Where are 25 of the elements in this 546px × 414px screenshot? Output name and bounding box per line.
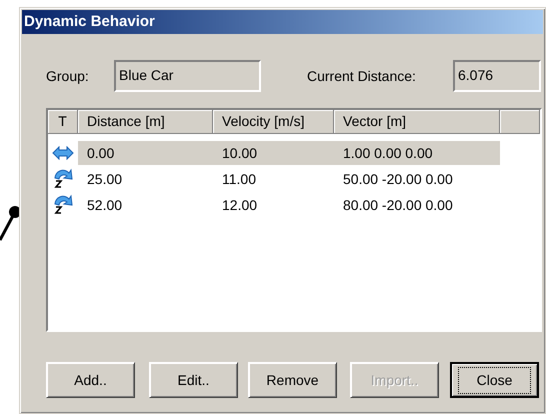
column-header[interactable]: Vector [m] [334, 110, 500, 134]
column-header[interactable]: Velocity [m/s] [213, 110, 334, 134]
table-cell-text: 50.00 -20.00 0.00 [342, 170, 454, 188]
group-label: Group: [46, 66, 90, 86]
table-cell-text: 52.00 [86, 196, 124, 214]
list-row[interactable]: 52.00 12.00 80.00 -20.00 0.00 [78, 193, 500, 217]
current-distance-label: Current Distance: [307, 66, 417, 86]
column-header[interactable]: Distance [m] [78, 110, 213, 134]
table-cell-text: 0.00 [86, 144, 116, 162]
table-cell-text: 12.00 [221, 196, 258, 214]
dialog-button[interactable]: Close [450, 362, 539, 398]
list-row[interactable]: 0.00 10.00 1.00 0.00 0.00 [78, 141, 500, 165]
table-cell-text: 11.00 [221, 170, 257, 188]
table-cell-text: 10.00 [221, 144, 258, 162]
group-field: Blue Car [114, 60, 261, 92]
list-row[interactable]: 25.00 11.00 50.00 -20.00 0.00 [78, 167, 500, 191]
column-header[interactable]: T [48, 110, 78, 134]
current-distance-field: 6.076 [453, 60, 541, 92]
dialog-button[interactable]: Add.. [46, 362, 135, 398]
table-cell-text: 1.00 0.00 0.00 [342, 144, 434, 162]
dialog-button[interactable]: Edit.. [149, 362, 238, 398]
table-cell-text: 80.00 -20.00 0.00 [342, 196, 454, 214]
window-title: Dynamic Behavior [24, 12, 155, 32]
dialog-button[interactable]: Remove [248, 362, 337, 398]
table-cell-text: 25.00 [86, 170, 124, 188]
